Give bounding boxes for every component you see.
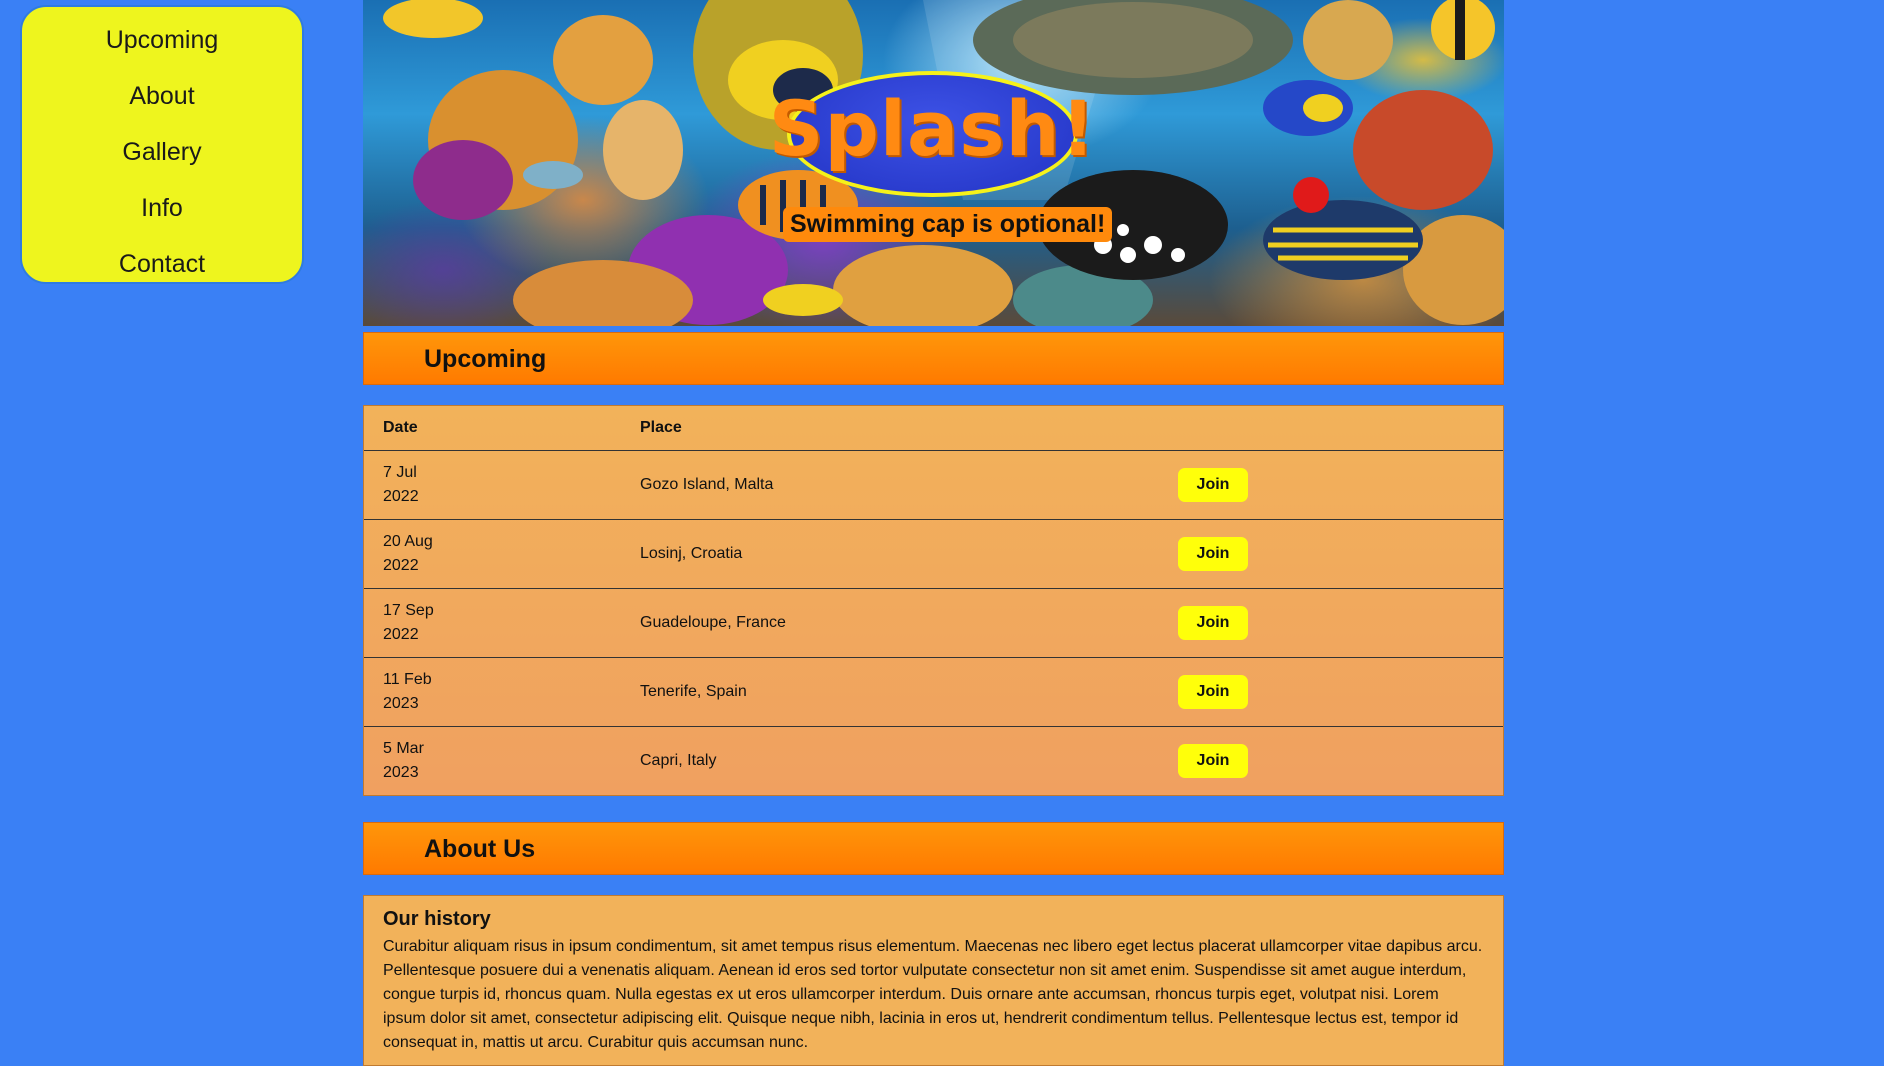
table-row: 11 Feb 2023 Tenerife, Spain Join <box>364 658 1503 727</box>
event-date-day: 11 Feb <box>383 671 432 688</box>
date-column-header: Date <box>383 419 418 436</box>
place-column-header: Place <box>640 419 682 436</box>
logo-oval: Splash! <box>769 71 1095 197</box>
hero-banner: Splash! Swimming cap is optional! <box>363 0 1504 326</box>
nav-item-upcoming[interactable]: Upcoming <box>22 18 302 74</box>
event-action: Join <box>1178 606 1503 640</box>
event-date: 11 Feb 2023 <box>364 668 640 716</box>
event-action: Join <box>1178 468 1503 502</box>
table-row: 7 Jul 2022 Gozo Island, Malta Join <box>364 451 1503 520</box>
about-heading: About Us <box>424 835 536 863</box>
event-place: Losinj, Croatia <box>640 545 743 562</box>
event-place: Gozo Island, Malta <box>640 476 774 493</box>
event-action: Join <box>1178 744 1503 778</box>
site-logo: Splash! <box>768 83 1097 173</box>
about-content: Our history Curabitur aliquam risus in i… <box>363 895 1504 1066</box>
join-button[interactable]: Join <box>1178 606 1248 640</box>
event-place: Capri, Italy <box>640 752 717 769</box>
event-date-year: 2022 <box>383 557 419 574</box>
join-button[interactable]: Join <box>1178 468 1248 502</box>
event-place: Tenerife, Spain <box>640 683 747 700</box>
event-date-year: 2022 <box>383 488 419 505</box>
about-subheading: Our history <box>383 908 491 930</box>
event-date-day: 7 Jul <box>383 464 417 481</box>
main-content: Splash! Swimming cap is optional! Upcomi… <box>363 0 1504 1066</box>
join-button[interactable]: Join <box>1178 675 1248 709</box>
about-body-text: Curabitur aliquam risus in ipsum condime… <box>383 938 1483 1051</box>
event-date: 20 Aug 2022 <box>364 530 640 578</box>
event-date: 7 Jul 2022 <box>364 461 640 509</box>
hero-tagline: Swimming cap is optional! <box>783 207 1113 242</box>
upcoming-heading: Upcoming <box>424 345 547 373</box>
event-action: Join <box>1178 537 1503 571</box>
table-row: 17 Sep 2022 Guadeloupe, France Join <box>364 589 1503 658</box>
events-table-header: Date Place <box>364 406 1503 451</box>
table-row: 20 Aug 2022 Losinj, Croatia Join <box>364 520 1503 589</box>
about-section-header: About Us <box>363 822 1504 875</box>
events-table: Date Place 7 Jul 2022 Gozo Island, Malta… <box>363 405 1504 796</box>
table-row: 5 Mar 2023 Capri, Italy Join <box>364 727 1503 795</box>
event-place: Guadeloupe, France <box>640 614 786 631</box>
nav-item-gallery[interactable]: Gallery <box>22 130 302 186</box>
upcoming-section-header: Upcoming <box>363 332 1504 385</box>
join-button[interactable]: Join <box>1178 537 1248 571</box>
nav-item-info[interactable]: Info <box>22 186 302 242</box>
nav-item-about[interactable]: About <box>22 74 302 130</box>
nav-item-contact[interactable]: Contact <box>22 242 302 298</box>
event-date-day: 20 Aug <box>383 533 433 550</box>
join-button[interactable]: Join <box>1178 744 1248 778</box>
event-date: 5 Mar 2023 <box>364 737 640 785</box>
event-date-day: 5 Mar <box>383 740 424 757</box>
event-action: Join <box>1178 675 1503 709</box>
event-date-year: 2023 <box>383 695 419 712</box>
event-date-day: 17 Sep <box>383 602 434 619</box>
event-date: 17 Sep 2022 <box>364 599 640 647</box>
event-date-year: 2023 <box>383 764 419 781</box>
side-navigation: Upcoming About Gallery Info Contact <box>20 5 304 284</box>
event-date-year: 2022 <box>383 626 419 643</box>
